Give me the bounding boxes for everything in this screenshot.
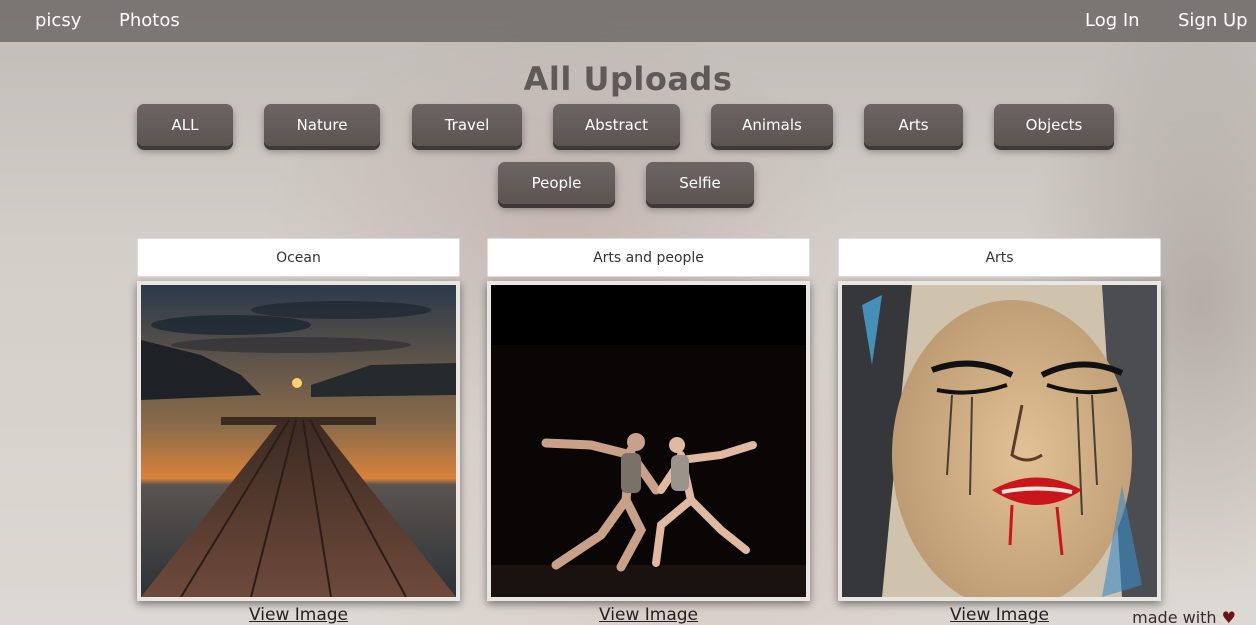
filter-animals-button[interactable]: Animals <box>711 104 833 146</box>
painted-face-image <box>842 285 1157 597</box>
photo-thumbnail[interactable] <box>487 281 810 601</box>
page-title: All Uploads <box>523 60 733 98</box>
nav-signup[interactable]: Sign Up <box>1178 9 1248 33</box>
view-image-link[interactable]: View Image <box>838 605 1161 625</box>
dancers-image <box>491 285 806 597</box>
filter-people-button[interactable]: People <box>498 162 615 204</box>
nav-login[interactable]: Log In <box>1085 9 1140 33</box>
brand-logo[interactable]: picsy <box>35 9 81 33</box>
footer-credit: made with ♥ <box>1132 608 1236 625</box>
filter-travel-button[interactable]: Travel <box>412 104 522 146</box>
card-title: Ocean <box>137 238 460 277</box>
card-title: Arts <box>838 238 1161 277</box>
filter-arts-button[interactable]: Arts <box>864 104 963 146</box>
made-with-label: made with <box>1132 608 1217 625</box>
view-image-link[interactable]: View Image <box>487 605 810 625</box>
card-title: Arts and people <box>487 238 810 277</box>
filter-abstract-button[interactable]: Abstract <box>553 104 680 146</box>
filter-objects-button[interactable]: Objects <box>994 104 1114 146</box>
nav-photos[interactable]: Photos <box>119 9 180 33</box>
filter-selfie-button[interactable]: Selfie <box>646 162 754 204</box>
filter-all-button[interactable]: ALL <box>137 104 233 146</box>
filter-nature-button[interactable]: Nature <box>264 104 380 146</box>
photo-thumbnail[interactable] <box>137 281 460 601</box>
ocean-pier-image <box>141 285 456 597</box>
photo-card: Arts and people <box>487 238 810 601</box>
top-navbar: picsy Photos Log In Sign Up <box>0 0 1256 42</box>
photo-thumbnail[interactable] <box>838 281 1161 601</box>
photo-card: Arts <box>838 238 1161 601</box>
photo-card: Ocean <box>137 238 460 601</box>
view-image-link[interactable]: View Image <box>137 605 460 625</box>
heart-icon: ♥ <box>1221 608 1236 625</box>
